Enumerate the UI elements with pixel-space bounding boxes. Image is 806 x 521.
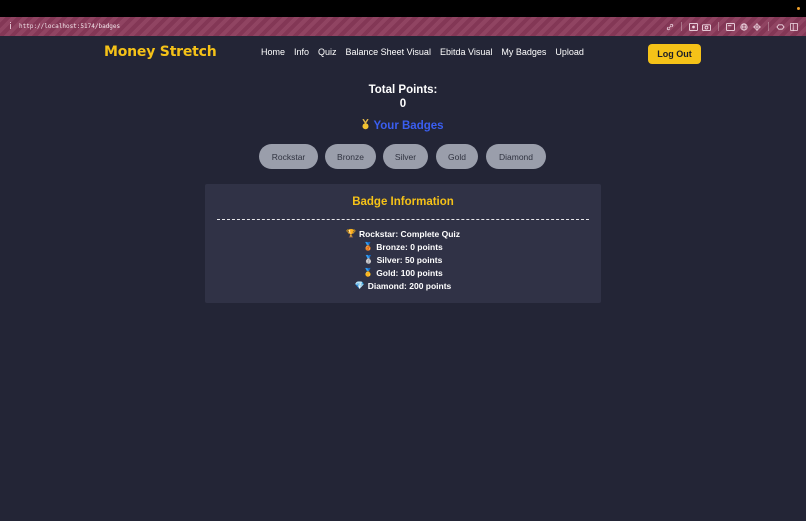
toolbar-divider xyxy=(718,22,719,31)
nav-link-ebitda-visual[interactable]: Ebitda Visual xyxy=(440,47,492,57)
app-navbar: Money Stretch Home Info Quiz Balance She… xyxy=(0,36,806,70)
browser-toolbar-icons xyxy=(663,20,800,33)
silver-medal-icon: 🥈 xyxy=(363,255,374,264)
site-info-icon[interactable]: ⅰ xyxy=(8,22,13,32)
nav-link-balance-sheet-visual[interactable]: Balance Sheet Visual xyxy=(346,47,431,57)
your-badges-heading: Your Badges xyxy=(0,118,806,133)
nav-link-quiz[interactable]: Quiz xyxy=(318,47,337,57)
criteria-text: Rockstar: Complete Quiz xyxy=(358,228,461,239)
globe-icon[interactable] xyxy=(737,20,750,33)
criteria-gold: 🥇 Gold: 100 points xyxy=(205,266,601,279)
criteria-silver: 🥈 Silver: 50 points xyxy=(205,253,601,266)
badge-list: Rockstar Bronze Silver Gold Diamond xyxy=(259,144,546,169)
nav-link-info[interactable]: Info xyxy=(294,47,309,57)
criteria-text: Silver: 50 points xyxy=(376,254,443,265)
criteria-rockstar: 🏆 Rockstar: Complete Quiz xyxy=(205,227,601,240)
criteria-bronze: 🥉 Bronze: 0 points xyxy=(205,240,601,253)
badge-rockstar[interactable]: Rockstar xyxy=(259,144,318,169)
dashed-divider xyxy=(217,219,589,220)
nav-link-upload[interactable]: Upload xyxy=(555,47,584,57)
nav-link-home[interactable]: Home xyxy=(261,47,285,57)
recording-indicator-icon xyxy=(797,7,800,10)
url-text[interactable]: http://localhost:5174/badges xyxy=(19,23,120,30)
bronze-medal-icon: 🥉 xyxy=(363,242,374,251)
camera-icon[interactable] xyxy=(700,20,713,33)
criteria-diamond: 💎 Diamond: 200 points xyxy=(205,279,601,292)
crosshair-icon[interactable] xyxy=(750,20,763,33)
brand-logo[interactable]: Money Stretch xyxy=(104,44,217,60)
badge-criteria-list: 🏆 Rockstar: Complete Quiz 🥉 Bronze: 0 po… xyxy=(205,227,601,292)
criteria-text: Diamond: 200 points xyxy=(367,280,452,291)
logout-button[interactable]: Log Out xyxy=(648,44,701,64)
nav-links: Home Info Quiz Balance Sheet Visual Ebit… xyxy=(261,47,593,57)
nav-link-my-badges[interactable]: My Badges xyxy=(501,47,546,57)
your-badges-text: Your Badges xyxy=(373,120,444,132)
reader-icon[interactable] xyxy=(724,20,737,33)
browser-address-bar[interactable]: ⅰ http://localhost:5174/badges xyxy=(0,17,806,36)
diamond-icon: 💎 xyxy=(354,281,365,290)
system-top-bar xyxy=(0,0,806,17)
badge-gold[interactable]: Gold xyxy=(436,144,478,169)
badge-information-card: Badge Information 🏆 Rockstar: Complete Q… xyxy=(205,184,601,303)
medal-icon xyxy=(362,118,370,133)
trophy-icon: 🏆 xyxy=(345,229,356,238)
link-icon[interactable] xyxy=(663,20,676,33)
total-points-label: Total Points: xyxy=(368,84,438,96)
criteria-text: Bronze: 0 points xyxy=(376,241,443,252)
badge-bronze[interactable]: Bronze xyxy=(325,144,376,169)
toolbar-divider xyxy=(768,22,769,31)
screenshot-icon[interactable] xyxy=(687,20,700,33)
criteria-text: Gold: 100 points xyxy=(376,267,443,278)
total-points-value: 0 xyxy=(399,98,407,110)
badge-information-title: Badge Information xyxy=(352,196,454,208)
sidebar-icon[interactable] xyxy=(787,20,800,33)
extensions-icon[interactable] xyxy=(774,20,787,33)
toolbar-divider xyxy=(681,22,682,31)
badge-diamond[interactable]: Diamond xyxy=(486,144,546,169)
gold-medal-icon: 🥇 xyxy=(363,268,374,277)
badge-silver[interactable]: Silver xyxy=(383,144,428,169)
